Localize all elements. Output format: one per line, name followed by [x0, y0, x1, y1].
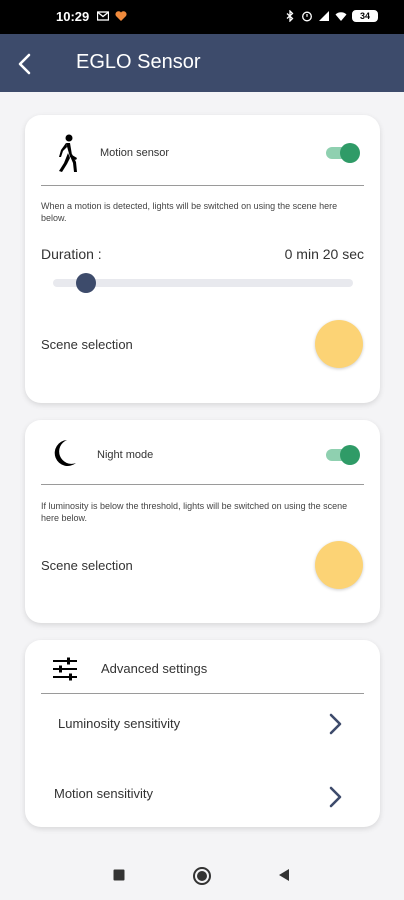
scene-selection-label: Scene selection	[41, 558, 133, 573]
night-mode-toggle[interactable]	[326, 445, 360, 465]
divider	[41, 693, 364, 694]
scene-selection-label: Scene selection	[41, 337, 133, 352]
back-nav-icon[interactable]	[277, 868, 291, 882]
duration-label: Duration :	[41, 246, 102, 262]
divider	[41, 484, 364, 485]
motion-sensor-card: Motion sensor When a motion is detected,…	[25, 115, 380, 403]
sliders-icon	[53, 657, 77, 681]
home-icon[interactable]	[192, 866, 212, 886]
slider-thumb[interactable]	[76, 273, 96, 293]
status-bar: 10:29 34	[0, 0, 404, 34]
luminosity-sensitivity-label[interactable]: Luminosity sensitivity	[58, 716, 180, 731]
duration-slider[interactable]	[53, 273, 353, 293]
night-scene-color-button[interactable]	[315, 541, 363, 589]
battery-level: 34	[359, 11, 370, 21]
night-description: If luminosity is below the threshold, li…	[41, 501, 348, 523]
duration-value: 0 min 20 sec	[284, 246, 364, 262]
recent-apps-icon[interactable]	[112, 868, 126, 882]
divider	[41, 185, 364, 186]
bluetooth-icon	[286, 10, 294, 22]
cell-signal-icon	[319, 11, 329, 21]
system-navigation-bar	[0, 852, 404, 900]
motion-sensor-label: Motion sensor	[100, 147, 170, 159]
motion-description: When a motion is detected, lights will b…	[41, 201, 338, 223]
app-bar: EGLO Sensor	[0, 34, 404, 92]
alarm-icon	[302, 11, 312, 22]
status-time: 10:29	[56, 9, 90, 24]
wifi-icon	[335, 12, 347, 21]
advanced-settings-title: Advanced settings	[101, 661, 208, 676]
motion-scene-color-button[interactable]	[315, 320, 363, 368]
back-arrow-icon[interactable]	[12, 50, 40, 78]
slider-track	[53, 279, 353, 287]
motion-sensitivity-label[interactable]: Motion sensitivity	[54, 786, 153, 801]
toggle-thumb	[340, 445, 360, 465]
night-mode-label: Night mode	[97, 449, 154, 461]
chevron-right-icon[interactable]	[326, 786, 344, 808]
chevron-right-icon[interactable]	[326, 713, 344, 735]
page-title: EGLO Sensor	[76, 51, 201, 73]
heart-app-icon	[115, 11, 127, 21]
gmail-icon	[97, 11, 109, 21]
battery-icon: 34	[352, 10, 378, 22]
night-mode-card: Night mode If luminosity is below the th…	[25, 420, 380, 623]
crescent-moon-icon	[54, 440, 76, 466]
toggle-thumb	[340, 143, 360, 163]
walking-person-icon	[59, 134, 77, 172]
motion-sensor-toggle[interactable]	[326, 143, 360, 163]
advanced-settings-card: Advanced settings Luminosity sensitivity…	[25, 640, 380, 827]
